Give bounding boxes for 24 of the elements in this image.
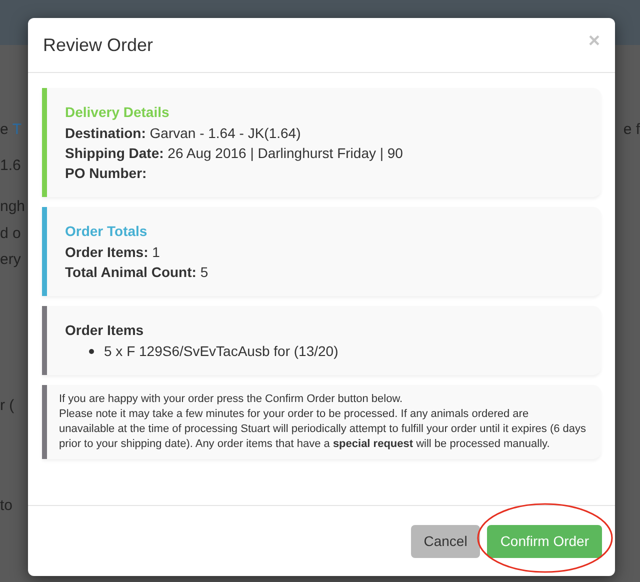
page-text: e xyxy=(0,120,8,140)
close-button[interactable]: × xyxy=(588,31,600,51)
order-item: 5 x F 129S6/SvEvTacAusb for (13/20) xyxy=(104,342,338,361)
page-text: ery xyxy=(0,250,21,270)
detail-line: Shipping Date: 26 Aug 2016 | Darlinghurst Friday | 90 xyxy=(65,144,404,163)
note-text: Please note it may take a few minutes for your order to be processed. If any animals ordered are unavailable at the time of processing Stuart will periodically attempt to fulfill your order until it expires (6 days prior to your shipping date). Any order items that have a special request will be processed manually. xyxy=(59,407,587,452)
callout-heading: Order Items xyxy=(65,321,145,340)
dialog-title: Review Order xyxy=(43,34,154,56)
detail-line: Destination: Garvan - 1.64 - JK(1.64) xyxy=(65,124,302,143)
detail-line: PO Number: xyxy=(65,164,148,183)
note-text: If you are happy with your order press the Confirm Order button below. xyxy=(59,392,404,407)
callout-heading: Order Totals xyxy=(65,222,148,241)
detail-line: Order Items: 1 xyxy=(65,243,161,262)
detail-line: Total Animal Count: 5 xyxy=(65,263,210,282)
callout-heading: Delivery Details xyxy=(65,103,170,122)
page-link[interactable]: T xyxy=(12,120,22,140)
page-text: to xyxy=(0,496,13,516)
page-text: r ( xyxy=(0,396,14,416)
page-text: e f xyxy=(623,120,640,140)
confirm-button[interactable]: Confirm Order xyxy=(487,524,602,558)
page-text: ngh xyxy=(0,197,26,217)
bullet-icon xyxy=(89,348,94,354)
page-text: 1.6 xyxy=(0,156,21,176)
cancel-button[interactable]: Cancel xyxy=(410,524,480,558)
